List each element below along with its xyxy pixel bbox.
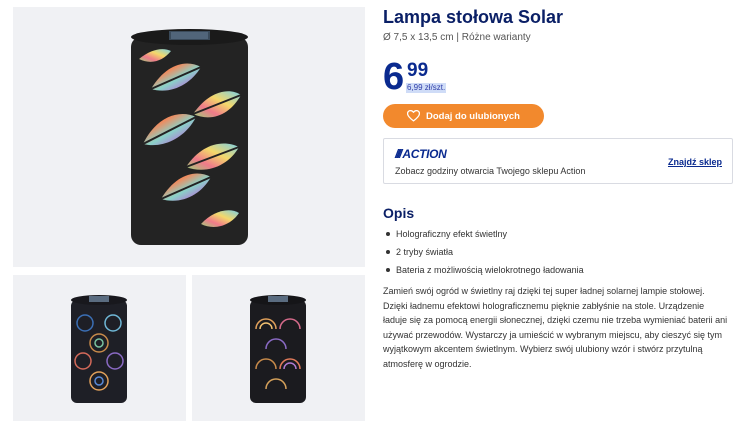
feature-item: Bateria z możliwością wielokrotnego łado… xyxy=(383,263,584,281)
description-text: Zamień swój ogród w świetlny raj dzięki … xyxy=(383,286,728,369)
add-to-favorites-label: Dodaj do ulubionych xyxy=(426,110,520,122)
lamp-fan-pattern-image xyxy=(250,295,306,403)
description-heading: Opis xyxy=(383,205,415,221)
action-logo-text: ACTION xyxy=(402,147,447,161)
heart-outline-icon xyxy=(407,110,421,122)
lamp-leaf-pattern-image xyxy=(131,29,248,245)
product-title: Lampa stołowa Solar xyxy=(383,7,564,27)
find-store-link[interactable]: Znajdź sklep xyxy=(668,157,722,167)
product-image-main[interactable] xyxy=(13,7,365,267)
feature-list: Holograficzny efekt świetlny 2 tryby świ… xyxy=(383,227,584,281)
action-logo: ////ACTION xyxy=(395,147,447,161)
price-whole: 6 xyxy=(383,56,404,98)
store-hours-text: Zobacz godziny otwarcia Twojego sklepu A… xyxy=(395,166,586,176)
action-logo-slashes-icon: //// xyxy=(395,147,402,161)
product-dimensions: Ø 7,5 x 13,5 cm | Różne warianty xyxy=(383,32,531,43)
lamp-mandala-pattern-image xyxy=(71,295,127,403)
store-finder-box: ////ACTION Zobacz godziny otwarcia Twoje… xyxy=(383,138,733,184)
add-to-favorites-button[interactable]: Dodaj do ulubionych xyxy=(383,104,544,128)
product-thumbnail-2[interactable] xyxy=(192,275,365,421)
product-thumbnail-1[interactable] xyxy=(13,275,186,421)
feature-item: Holograficzny efekt świetlny xyxy=(383,227,584,245)
feature-item: 2 tryby światła xyxy=(383,245,584,263)
price-cents: 99 xyxy=(407,60,429,81)
unit-price: 6,99 zł/szt. xyxy=(406,83,447,93)
